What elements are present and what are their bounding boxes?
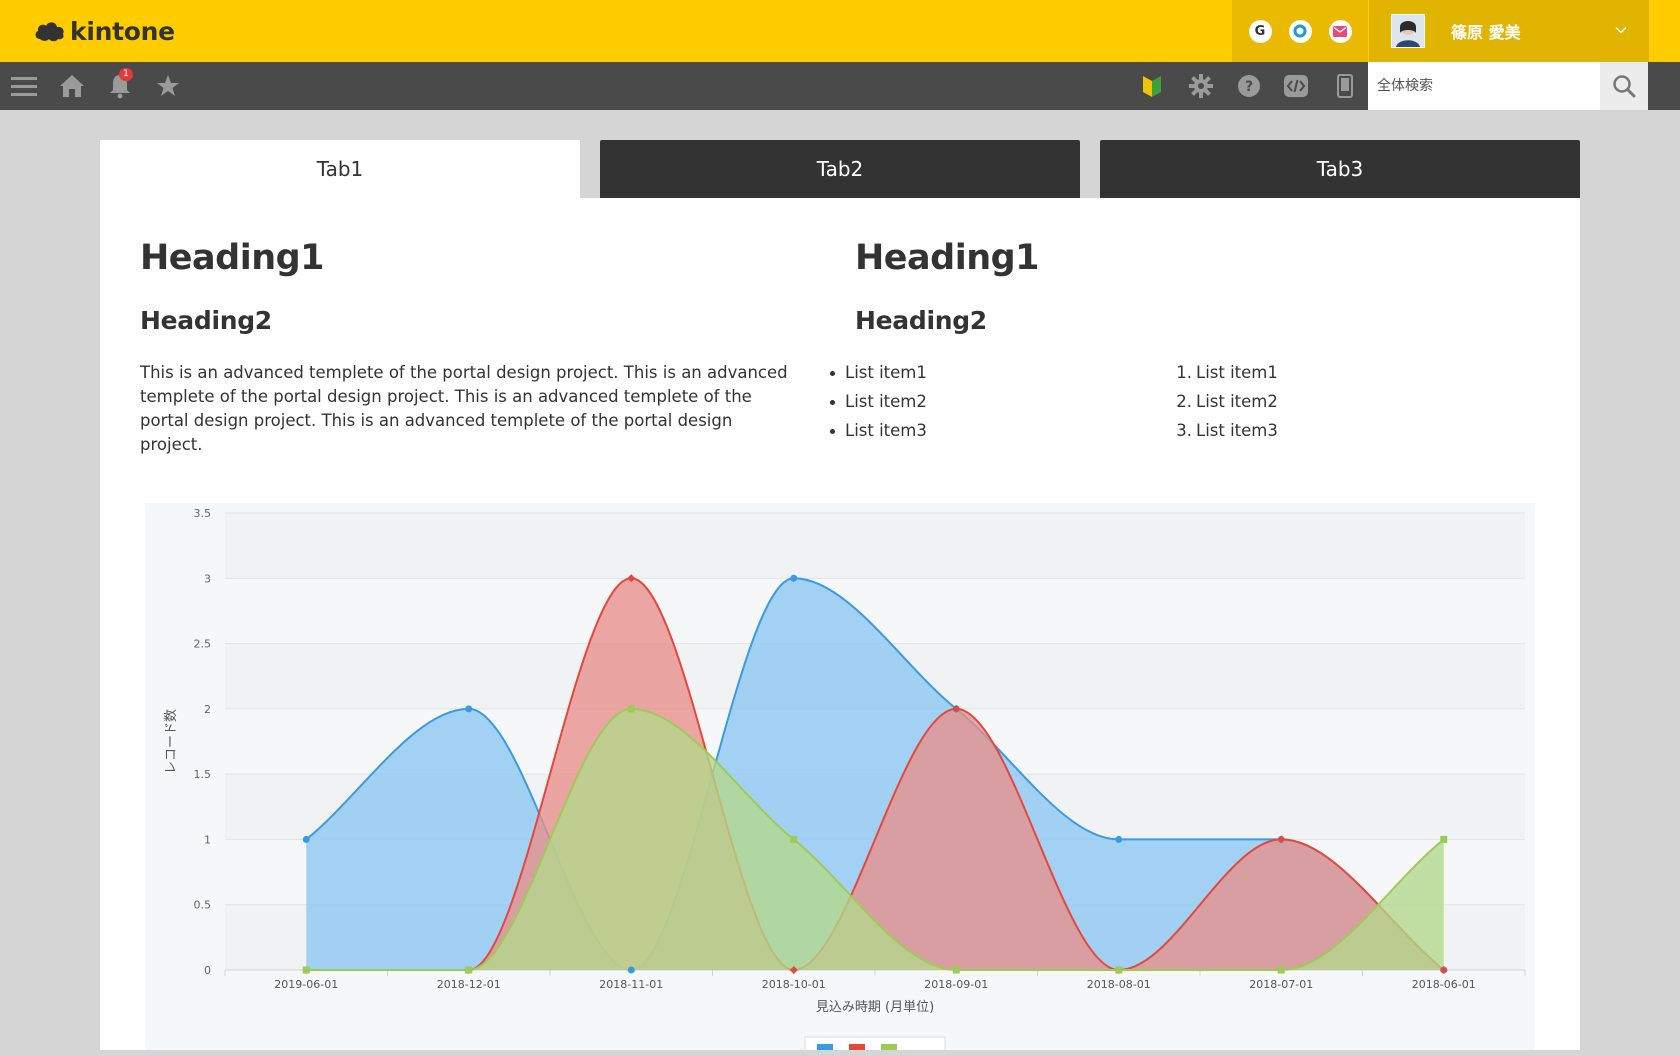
- x-tick-label: 2018-06-01: [1412, 978, 1476, 991]
- avatar: [1391, 14, 1425, 48]
- g-app-icon[interactable]: G: [1248, 19, 1272, 43]
- left-heading2: Heading2: [140, 306, 272, 335]
- search-button[interactable]: [1600, 62, 1648, 110]
- cloud-logo-icon: [35, 22, 64, 42]
- list-item-text: List item3: [1196, 421, 1278, 440]
- list-item: 2. List item2: [1172, 390, 1278, 419]
- top-header: kintone G 篠原 愛美: [0, 0, 1680, 62]
- x-tick-label: 2018-07-01: [1249, 978, 1313, 991]
- area-chart: 0 0.5 1 1.5 2 2.5 3 3.5 2019-06-01 2018-12-01 2018…: [145, 503, 1535, 1055]
- help-icon[interactable]: ?: [1236, 62, 1262, 110]
- beginner-mark-icon[interactable]: [1140, 62, 1164, 110]
- x-tick-label: 2018-09-01: [924, 978, 988, 991]
- g-app-label: G: [1254, 23, 1266, 39]
- user-name: 篠原 愛美: [1451, 23, 1521, 42]
- list-number: 2.: [1176, 392, 1192, 411]
- header-edge: [1649, 0, 1680, 62]
- series-1-point: [302, 835, 310, 843]
- x-tick-label: 2019-06-01: [274, 978, 338, 991]
- tab-3[interactable]: Tab3: [1100, 140, 1580, 198]
- tab-label: Tab1: [316, 157, 364, 181]
- chevron-down-icon[interactable]: [1613, 22, 1629, 38]
- list-number: 1.: [1176, 363, 1192, 382]
- o-app-icon[interactable]: [1288, 19, 1312, 43]
- numbered-list: 1. List item1 2. List item2 3. List item3: [1172, 361, 1278, 448]
- tab-label: Tab3: [1316, 157, 1364, 181]
- logo-text: kintone: [70, 16, 175, 46]
- legend-swatch: [849, 1044, 865, 1055]
- list-item: List item2: [815, 390, 927, 419]
- grid-band: [225, 513, 1525, 579]
- chart-svg: 0 0.5 1 1.5 2 2.5 3 3.5 2019-06-01 2018-12-01 2018…: [164, 507, 1526, 1055]
- series-3-point: [627, 705, 635, 713]
- list-item-text: List item2: [1196, 392, 1278, 411]
- x-axis-title: 見込み時期 (月単位): [816, 999, 934, 1015]
- series-1-point: [790, 574, 798, 582]
- series-3-point: [465, 966, 473, 974]
- svg-text:?: ?: [1245, 79, 1253, 95]
- series-3-point: [1115, 966, 1123, 974]
- star-icon[interactable]: [154, 62, 182, 110]
- y-tick-label: 1: [204, 833, 211, 846]
- tab-2[interactable]: Tab2: [600, 140, 1080, 198]
- bullet-list: List item1 List item2 List item3: [815, 361, 927, 448]
- series-3-point: [1277, 966, 1285, 974]
- right-heading1: Heading1: [855, 238, 1040, 278]
- mobile-icon[interactable]: [1333, 62, 1357, 110]
- mail-app-icon[interactable]: [1328, 19, 1352, 43]
- series-3-point: [302, 966, 310, 974]
- y-tick-label: 0: [204, 964, 211, 977]
- series-1-point: [1115, 835, 1123, 843]
- list-number: 3.: [1176, 421, 1192, 440]
- legend-swatch: [881, 1044, 897, 1055]
- series-1-point: [627, 966, 635, 974]
- tab-1[interactable]: Tab1: [100, 140, 580, 198]
- y-tick-label: 2: [204, 703, 211, 716]
- description-paragraph: This is an advanced templete of the port…: [140, 363, 788, 454]
- global-search: [1368, 62, 1648, 110]
- code-icon[interactable]: [1283, 62, 1309, 110]
- y-axis-title: レコード数: [164, 709, 179, 774]
- x-tick-label: 2018-11-01: [599, 978, 663, 991]
- user-menu[interactable]: 篠原 愛美: [1369, 0, 1649, 62]
- series-1-point: [465, 705, 473, 713]
- y-tick-label: 1.5: [194, 768, 212, 781]
- y-tick-label: 0.5: [194, 899, 212, 912]
- list-item: 1. List item1: [1172, 361, 1278, 390]
- y-tick-label: 3: [204, 572, 211, 585]
- list-item: List item3: [815, 419, 927, 448]
- left-heading1: Heading1: [140, 238, 325, 278]
- series-3-point: [790, 835, 798, 843]
- search-input[interactable]: [1368, 62, 1600, 110]
- kintone-logo[interactable]: kintone: [34, 15, 175, 47]
- y-tick-label: 3.5: [194, 507, 212, 520]
- legend-swatch: [817, 1044, 833, 1055]
- y-tick-label: 2.5: [194, 638, 212, 651]
- list-item: 3. List item3: [1172, 419, 1278, 448]
- x-tick-label: 2018-12-01: [437, 978, 501, 991]
- series-3-point: [1440, 835, 1448, 843]
- x-tick-label: 2018-08-01: [1087, 978, 1151, 991]
- notification-badge: 1: [119, 68, 133, 81]
- app-shortcuts: G: [1232, 0, 1368, 62]
- search-icon: [1613, 75, 1636, 98]
- menu-icon[interactable]: [10, 62, 38, 110]
- list-item-text: List item1: [1196, 363, 1278, 382]
- series-3-point: [952, 966, 960, 974]
- notification-bell-icon[interactable]: 1: [106, 62, 134, 110]
- home-icon[interactable]: [58, 62, 86, 110]
- list-item: List item1: [815, 361, 927, 390]
- tab-label: Tab2: [816, 157, 864, 181]
- x-tick-label: 2018-10-01: [762, 978, 826, 991]
- tab-content-panel: Heading1 Heading2 This is an advanced te…: [100, 198, 1580, 1055]
- right-heading2: Heading2: [855, 306, 987, 335]
- gear-icon[interactable]: [1188, 62, 1214, 110]
